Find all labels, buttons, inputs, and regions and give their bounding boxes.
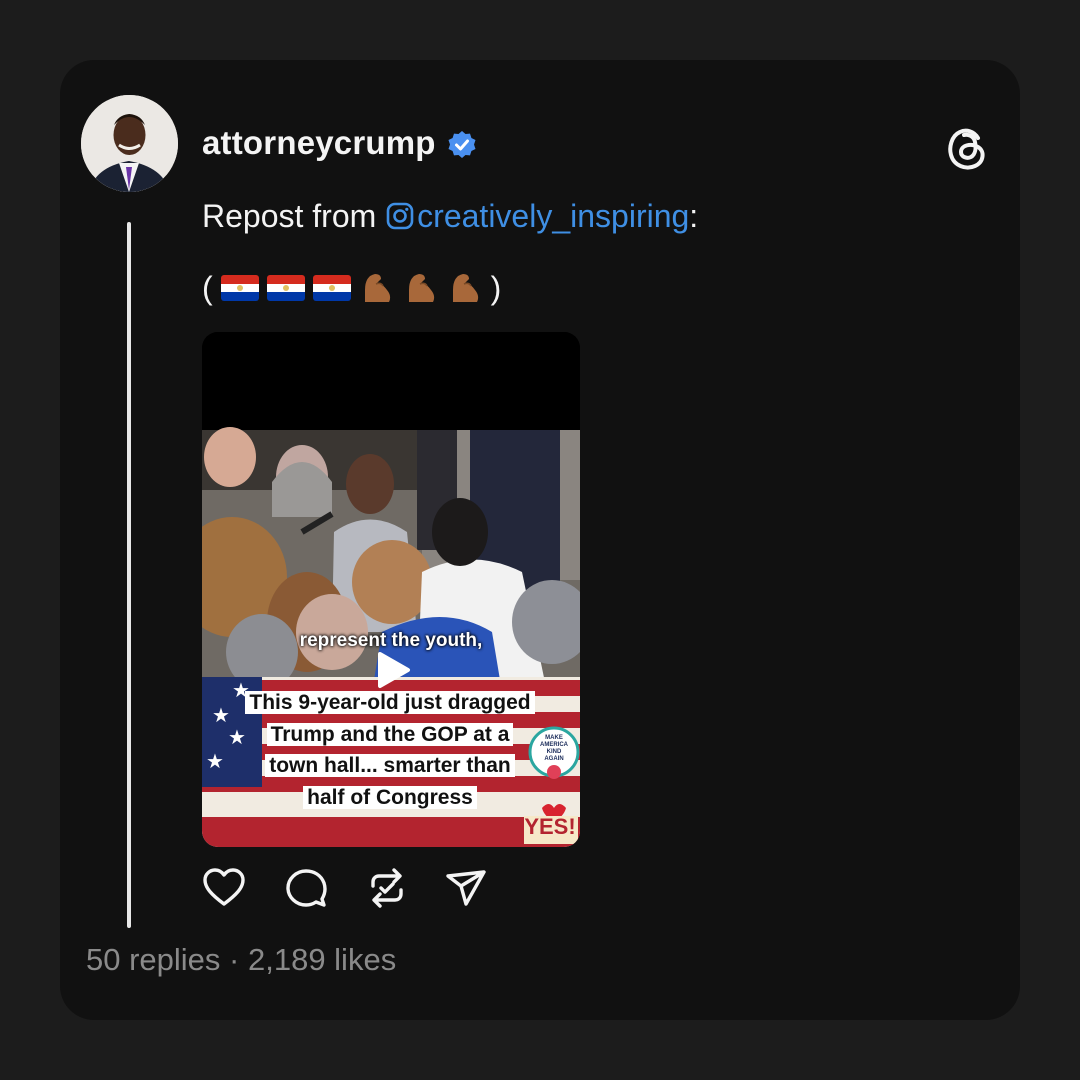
repost-button[interactable] — [365, 866, 409, 910]
kind-badge-text: MAKE AMERICA KIND AGAIN — [540, 735, 568, 762]
flexed-biceps-icon — [364, 274, 390, 302]
comment-icon — [286, 869, 327, 907]
paren-close: ) — [490, 269, 502, 306]
headline-line: town hall... smarter than — [265, 754, 515, 777]
threads-logo-icon[interactable] — [940, 120, 996, 176]
play-icon — [378, 652, 410, 688]
replies-count[interactable]: 50 replies — [86, 942, 220, 977]
share-icon — [446, 870, 486, 906]
emoji-line: ( ) — [202, 268, 501, 308]
thread-line — [127, 222, 131, 928]
yes-label: YES! — [524, 814, 576, 839]
play-button[interactable] — [372, 650, 412, 690]
repost-text: Repost from creatively_inspiring: — [202, 198, 698, 235]
reply-button[interactable] — [284, 866, 328, 910]
repost-handle-link[interactable]: creatively_inspiring — [385, 198, 689, 234]
verified-badge-icon — [448, 131, 476, 158]
post-stats: 50 replies · 2,189 likes — [86, 942, 396, 978]
repost-handle: creatively_inspiring — [417, 198, 690, 234]
paraguay-flag-icon — [266, 275, 305, 301]
repost-icon — [371, 868, 403, 908]
video-player[interactable]: ★ ★ ★ ★ represent the youth, This 9-year… — [202, 332, 580, 847]
video-headline: This 9-year-old just dragged Trump and t… — [240, 687, 540, 813]
heart-icon — [203, 868, 245, 906]
username[interactable]: attorneycrump — [202, 124, 436, 162]
instagram-icon — [386, 202, 414, 230]
repost-prefix: Repost from — [202, 198, 386, 234]
repost-suffix: : — [689, 198, 699, 234]
avatar[interactable] — [81, 95, 178, 192]
svg-text:★: ★ — [212, 705, 230, 727]
likes-count[interactable]: 2,189 likes — [248, 942, 396, 977]
headline-line: Trump and the GOP at a — [266, 722, 514, 746]
paraguay-flag-icon — [312, 275, 351, 301]
paren-open: ( — [202, 269, 213, 306]
paraguay-flag-icon — [220, 275, 259, 301]
share-button[interactable] — [444, 866, 488, 910]
flexed-biceps-icon — [408, 274, 434, 302]
headline-line: This 9-year-old just dragged — [245, 691, 535, 714]
like-button[interactable] — [202, 866, 246, 910]
headline-line: half of Congress — [303, 785, 477, 809]
flexed-biceps-icon — [452, 274, 478, 302]
svg-text:★: ★ — [206, 751, 224, 773]
stats-separator: · — [220, 942, 248, 977]
video-caption: represent the youth, — [299, 630, 483, 651]
